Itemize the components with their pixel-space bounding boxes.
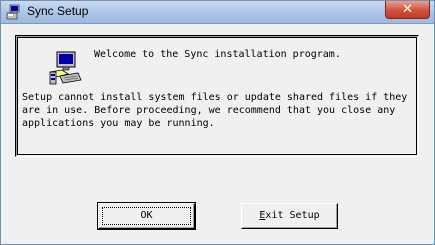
window-title: Sync Setup	[27, 4, 89, 18]
setup-window: Sync Setup ✕ Welcome to the Sync install…	[0, 0, 435, 245]
exit-label: xit Setup	[265, 210, 320, 221]
exit-setup-button[interactable]: Exit Setup	[241, 203, 338, 229]
focus-rect	[102, 207, 191, 225]
close-button[interactable]: ✕	[385, 1, 430, 19]
warning-text: Setup cannot install system files or upd…	[22, 92, 408, 129]
close-icon: ✕	[402, 2, 413, 17]
title-bar[interactable]: Sync Setup ✕	[1, 1, 434, 24]
ok-button[interactable]: OK	[97, 202, 196, 230]
setup-computer-icon	[49, 51, 82, 85]
message-panel: Welcome to the Sync installation program…	[15, 35, 419, 157]
welcome-message: Welcome to the Sync installation program…	[94, 49, 341, 60]
setup-computer-icon	[6, 4, 20, 20]
